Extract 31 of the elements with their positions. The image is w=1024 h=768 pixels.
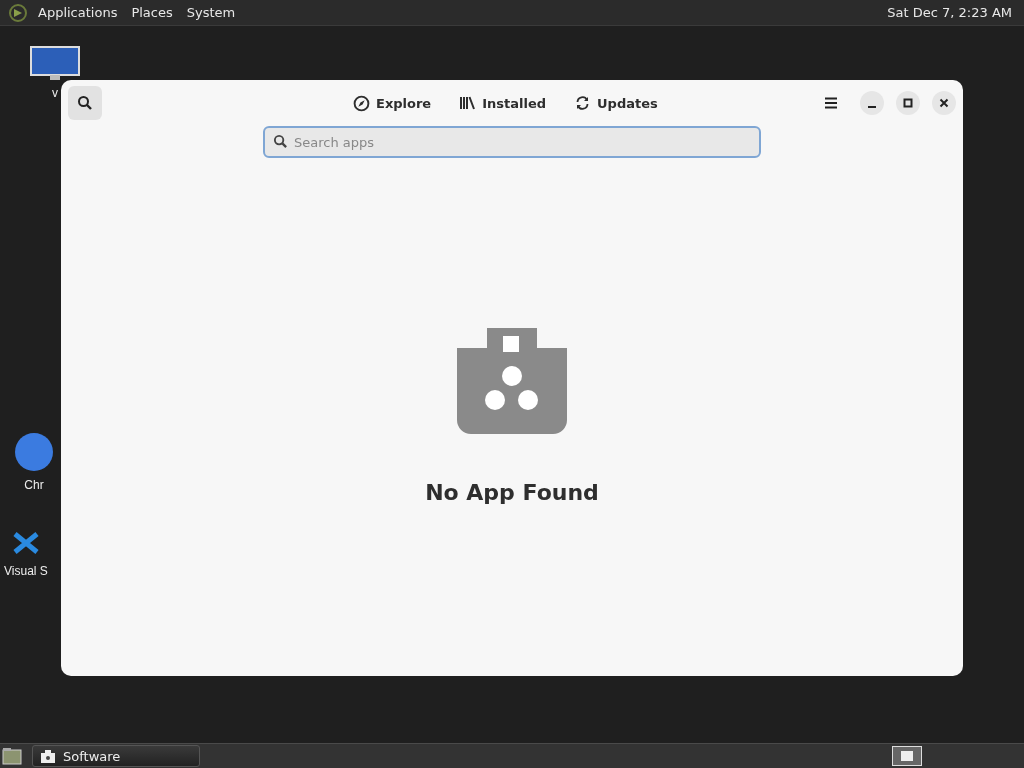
clock[interactable]: Sat Dec 7, 2:23 AM	[887, 5, 1012, 20]
menu-item[interactable]: Applications	[34, 5, 122, 20]
library-icon	[459, 95, 477, 111]
workspace-switcher-icon[interactable]	[892, 746, 922, 766]
search-button[interactable]	[68, 86, 102, 120]
menu-icon[interactable]	[824, 96, 838, 110]
search-icon	[273, 134, 288, 149]
monitor-icon[interactable]	[30, 46, 80, 80]
close-icon	[939, 98, 949, 108]
tab[interactable]: Installed	[451, 88, 555, 118]
desktop-icon-label[interactable]: Visual S	[4, 564, 48, 578]
play-logo-icon[interactable]	[8, 2, 28, 23]
maximize-button[interactable]	[896, 91, 920, 115]
search-field[interactable]: Search apps	[263, 126, 761, 158]
search-icon	[77, 95, 93, 111]
globe-icon[interactable]	[14, 432, 54, 472]
shopping-bag-icon	[455, 328, 569, 434]
desktop-icon-label[interactable]: Chr	[24, 478, 44, 492]
compass-icon	[353, 94, 370, 112]
close-button[interactable]	[932, 91, 956, 115]
minimize-icon	[868, 105, 876, 108]
tab[interactable]: Updates	[566, 88, 666, 118]
empty-state-title: No App Found	[425, 480, 599, 505]
menu-item[interactable]: System	[182, 5, 240, 20]
taskbar-button[interactable]: Software	[32, 745, 200, 767]
desktop-icon[interactable]	[2, 747, 22, 765]
menu-item[interactable]: Places	[127, 5, 177, 20]
tab[interactable]: Explore	[345, 88, 440, 118]
maximize-icon	[903, 98, 913, 108]
minimize-button[interactable]	[860, 91, 884, 115]
desktop-icon-label[interactable]: v	[52, 86, 58, 100]
